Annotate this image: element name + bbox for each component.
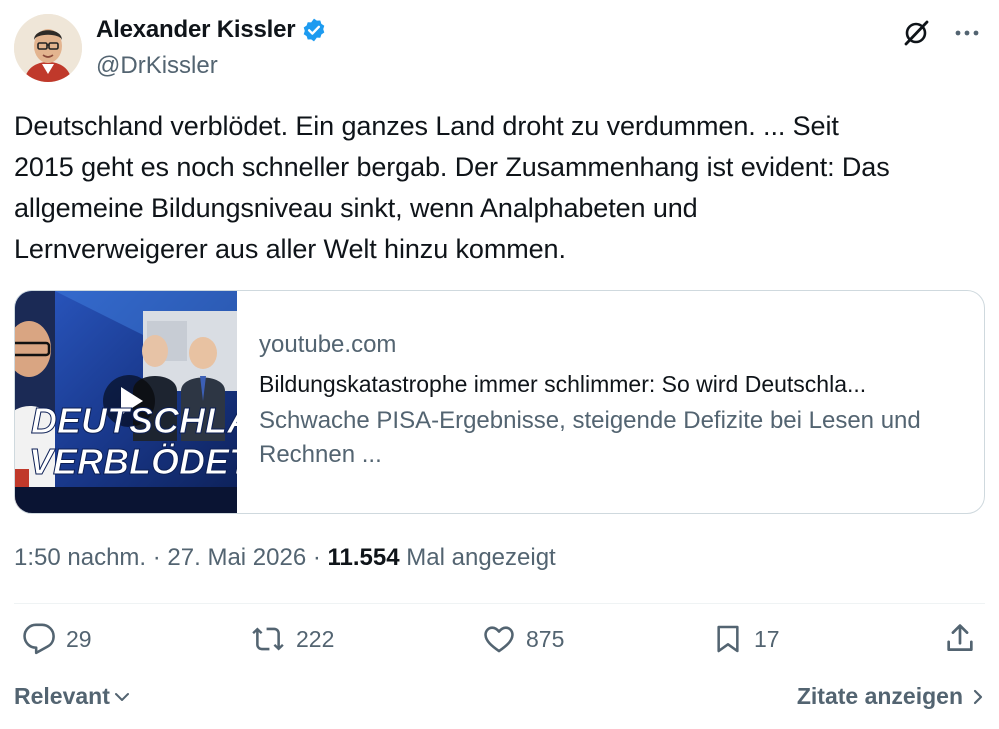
tweet-time[interactable]: 1:50 nachm. (14, 544, 146, 571)
reply-footer: Relevant Zitate anzeigen (14, 683, 985, 719)
reply-icon (22, 622, 56, 656)
link-card[interactable]: DEUTSCHLA VERBLÖDET youtube.com Bildungs… (14, 290, 985, 514)
like-icon (482, 622, 516, 656)
quotes-label: Zitate anzeigen (796, 683, 963, 709)
tweet-text: Deutschland verblödet. Ein ganzes Land d… (14, 111, 890, 264)
link-title: Bildungskatastrophe immer schlimmer: So … (259, 371, 867, 397)
grok-icon[interactable] (901, 18, 931, 48)
share-icon (943, 622, 977, 656)
meta-separator: · (146, 544, 168, 571)
chevron-right-icon (971, 687, 985, 707)
more-icon[interactable] (953, 19, 981, 47)
link-domain: youtube.com (259, 331, 397, 358)
video-thumbnail[interactable]: DEUTSCHLA VERBLÖDET (15, 291, 237, 513)
author-handle[interactable]: @DrKissler (96, 52, 218, 80)
avatar[interactable] (14, 14, 82, 82)
meta-separator-2: · (306, 544, 328, 571)
thumbnail-title-line-1: DEUTSCHLA (31, 400, 237, 441)
reply-count: 29 (66, 625, 92, 652)
divider (14, 603, 985, 604)
repost-button[interactable]: 222 (250, 622, 334, 656)
repost-count: 222 (296, 625, 335, 652)
bookmark-button[interactable]: 17 (712, 622, 780, 656)
verified-badge-icon[interactable] (301, 17, 327, 43)
like-button[interactable]: 875 (482, 622, 564, 656)
share-button[interactable] (943, 622, 977, 656)
author-name[interactable]: Alexander Kissler (96, 16, 296, 44)
tweet-date[interactable]: 27. Mai 2026 (167, 544, 306, 571)
bookmark-icon (712, 622, 744, 656)
tweet-header: Alexander Kissler @DrKissler (14, 12, 985, 82)
bookmark-count: 17 (754, 625, 780, 652)
reply-button[interactable]: 29 (22, 622, 92, 656)
chevron-down-icon (112, 687, 132, 707)
link-description: Schwache PISA-Ergebnisse, steigende Defi… (259, 407, 921, 468)
like-count: 875 (526, 625, 565, 652)
view-quotes-link[interactable]: Zitate anzeigen (797, 683, 985, 710)
repost-icon (250, 622, 286, 656)
thumbnail-title-line-2: VERBLÖDET (29, 441, 237, 482)
sort-dropdown[interactable]: Relevant (14, 683, 132, 710)
views-count: 11.554 (327, 544, 400, 571)
action-bar: 29 222 875 17 (14, 622, 985, 672)
tweet-meta: 1:50 nachm. · 27. Mai 2026 · 11.554 Mal … (14, 544, 556, 572)
views-label: Mal angezeigt (406, 544, 556, 571)
sort-label: Relevant (14, 683, 110, 709)
